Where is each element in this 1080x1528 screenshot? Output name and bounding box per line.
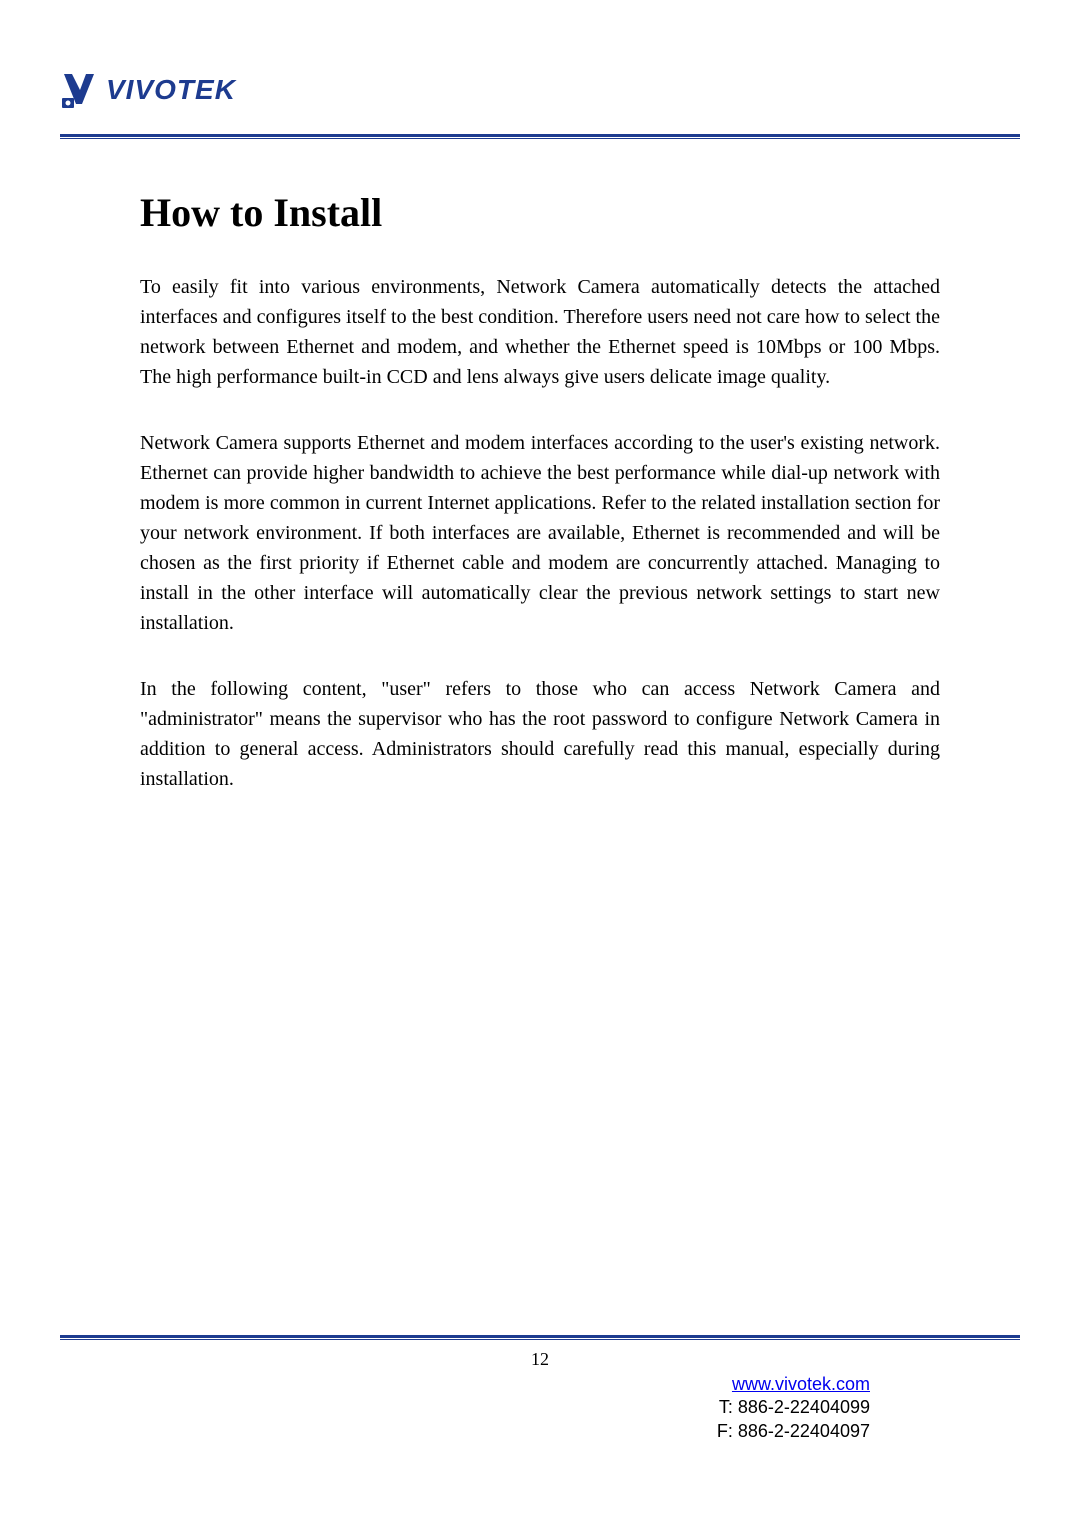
footer-website-link[interactable]: www.vivotek.com xyxy=(732,1374,870,1394)
footer-divider xyxy=(60,1335,1020,1340)
footer-fax: F: 886-2-22404097 xyxy=(717,1420,870,1443)
paragraph-3: In the following content, "user" refers … xyxy=(140,674,940,794)
vivotek-logo-icon xyxy=(60,70,98,110)
page-title: How to Install xyxy=(140,189,940,236)
footer-info: www.vivotek.com T: 886-2-22404099 F: 886… xyxy=(717,1373,870,1443)
paragraph-2: Network Camera supports Ethernet and mod… xyxy=(140,428,940,638)
paragraph-1: To easily fit into various environments,… xyxy=(140,272,940,392)
header-divider xyxy=(60,134,1020,139)
logo-area: VIVOTEK xyxy=(60,70,1020,110)
document-page: VIVOTEK How to Install To easily fit int… xyxy=(0,0,1080,1528)
page-number: 12 xyxy=(0,1349,1080,1370)
content-area: How to Install To easily fit into variou… xyxy=(60,189,1020,794)
footer-telephone: T: 886-2-22404099 xyxy=(717,1396,870,1419)
brand-name: VIVOTEK xyxy=(106,74,236,106)
